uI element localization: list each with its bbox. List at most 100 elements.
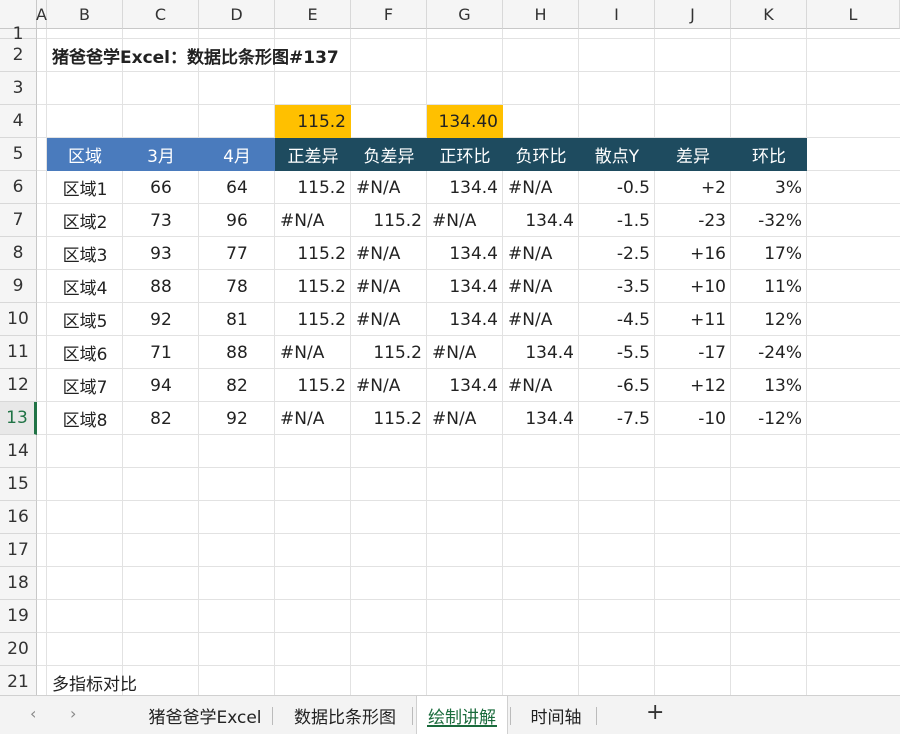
table-cell[interactable]: 82: [123, 402, 199, 435]
row-header-14[interactable]: 14: [0, 435, 37, 468]
table-cell[interactable]: -7.5: [579, 402, 655, 435]
table-cell[interactable]: 115.2: [275, 237, 351, 270]
spreadsheet-grid[interactable]: ABCDEFGHIJKL 1 2 3 4 5 6 7 8 9 10 11 12 13 14 15 16 17 18…: [0, 0, 900, 695]
table-cell[interactable]: #N/A: [275, 204, 351, 237]
table-cell[interactable]: #N/A: [351, 270, 427, 303]
table-cell[interactable]: 96: [199, 204, 275, 237]
column-header-j[interactable]: J: [655, 0, 731, 29]
row-header-9[interactable]: 9: [0, 270, 37, 303]
table-cell[interactable]: #N/A: [351, 369, 427, 402]
table-cell[interactable]: #N/A: [275, 402, 351, 435]
table-cell[interactable]: 区域6: [47, 336, 123, 369]
row-header-7[interactable]: 7: [0, 204, 37, 237]
row-header-2[interactable]: 2: [0, 39, 37, 72]
sheet-tab[interactable]: 时间轴: [516, 696, 596, 734]
table-cell[interactable]: #N/A: [351, 303, 427, 336]
table-cell[interactable]: 71: [123, 336, 199, 369]
row-header-4[interactable]: 4: [0, 105, 37, 138]
table-cell[interactable]: 93: [123, 237, 199, 270]
table-cell[interactable]: +2: [655, 171, 731, 204]
table-cell[interactable]: #N/A: [503, 303, 579, 336]
table-cell[interactable]: 13%: [731, 369, 807, 402]
table-cell[interactable]: 17%: [731, 237, 807, 270]
table-cell[interactable]: 区域2: [47, 204, 123, 237]
row-header-19[interactable]: 19: [0, 600, 37, 633]
table-cell[interactable]: #N/A: [503, 270, 579, 303]
table-cell[interactable]: -6.5: [579, 369, 655, 402]
chevron-left-icon[interactable]: ‹: [30, 704, 36, 723]
table-cell[interactable]: #N/A: [503, 171, 579, 204]
table-cell[interactable]: 81: [199, 303, 275, 336]
table-cell[interactable]: 区域4: [47, 270, 123, 303]
table-cell[interactable]: -2.5: [579, 237, 655, 270]
table-cell[interactable]: 区域1: [47, 171, 123, 204]
column-header-g[interactable]: G: [427, 0, 503, 29]
table-cell[interactable]: -4.5: [579, 303, 655, 336]
table-cell[interactable]: -17: [655, 336, 731, 369]
row-header-18[interactable]: 18: [0, 567, 37, 600]
table-cell[interactable]: 134.4: [503, 402, 579, 435]
row-header-11[interactable]: 11: [0, 336, 37, 369]
table-cell[interactable]: 66: [123, 171, 199, 204]
table-cell[interactable]: +11: [655, 303, 731, 336]
table-cell[interactable]: 92: [199, 402, 275, 435]
table-cell[interactable]: #N/A: [427, 204, 503, 237]
sheet-tab[interactable]: 绘制讲解: [416, 696, 508, 734]
table-cell[interactable]: 115.2: [275, 270, 351, 303]
table-cell[interactable]: #N/A: [503, 237, 579, 270]
table-cell[interactable]: +12: [655, 369, 731, 402]
row-header-5[interactable]: 5: [0, 138, 37, 171]
table-cell[interactable]: 区域5: [47, 303, 123, 336]
table-header-cell[interactable]: 4月: [199, 138, 275, 171]
table-header-cell[interactable]: 3月: [123, 138, 199, 171]
table-cell[interactable]: 115.2: [275, 303, 351, 336]
table-cell[interactable]: 115.2: [351, 336, 427, 369]
table-cell[interactable]: #N/A: [275, 336, 351, 369]
table-cell[interactable]: +10: [655, 270, 731, 303]
table-cell[interactable]: -1.5: [579, 204, 655, 237]
table-cell[interactable]: 134.4: [427, 270, 503, 303]
table-cell[interactable]: -10: [655, 402, 731, 435]
table-header-cell[interactable]: 散点Y: [579, 138, 655, 171]
table-cell[interactable]: -0.5: [579, 171, 655, 204]
table-cell[interactable]: 134.4: [427, 303, 503, 336]
table-cell[interactable]: 12%: [731, 303, 807, 336]
table-cell[interactable]: -5.5: [579, 336, 655, 369]
table-cell[interactable]: 92: [123, 303, 199, 336]
table-header-cell[interactable]: 负环比: [503, 138, 579, 171]
column-header-h[interactable]: H: [503, 0, 579, 29]
column-header-b[interactable]: B: [47, 0, 123, 29]
table-header-cell[interactable]: 正差异: [275, 138, 351, 171]
column-header-c[interactable]: C: [123, 0, 199, 29]
table-cell[interactable]: #N/A: [427, 336, 503, 369]
table-cell[interactable]: 134.4: [503, 204, 579, 237]
column-header-l[interactable]: L: [807, 0, 900, 29]
add-sheet-button[interactable]: +: [646, 700, 664, 725]
column-header-d[interactable]: D: [199, 0, 275, 29]
table-cell[interactable]: 78: [199, 270, 275, 303]
table-cell[interactable]: 115.2: [275, 171, 351, 204]
column-header-e[interactable]: E: [275, 0, 351, 29]
highlight-cell-e4[interactable]: 115.2: [275, 105, 351, 138]
table-cell[interactable]: -23: [655, 204, 731, 237]
table-cell[interactable]: #N/A: [427, 402, 503, 435]
table-header-cell[interactable]: 区域: [47, 138, 123, 171]
row-header-16[interactable]: 16: [0, 501, 37, 534]
row-header-1[interactable]: 1: [0, 24, 37, 44]
table-cell[interactable]: 77: [199, 237, 275, 270]
row-header-21[interactable]: 21: [0, 666, 37, 695]
table-cell[interactable]: 区域8: [47, 402, 123, 435]
table-cell[interactable]: #N/A: [351, 171, 427, 204]
row-header-13[interactable]: 13: [0, 402, 37, 435]
table-cell[interactable]: 73: [123, 204, 199, 237]
table-cell[interactable]: 115.2: [351, 402, 427, 435]
table-cell[interactable]: 94: [123, 369, 199, 402]
table-header-cell[interactable]: 差异: [655, 138, 731, 171]
table-cell[interactable]: 134.4: [427, 237, 503, 270]
note-cell[interactable]: 多指标对比: [47, 666, 275, 695]
sheet-tab[interactable]: 数据比条形图: [280, 696, 410, 734]
column-header-a[interactable]: A: [36, 0, 47, 29]
table-header-cell[interactable]: 环比: [731, 138, 807, 171]
column-header-k[interactable]: K: [731, 0, 807, 29]
row-header-3[interactable]: 3: [0, 72, 37, 105]
